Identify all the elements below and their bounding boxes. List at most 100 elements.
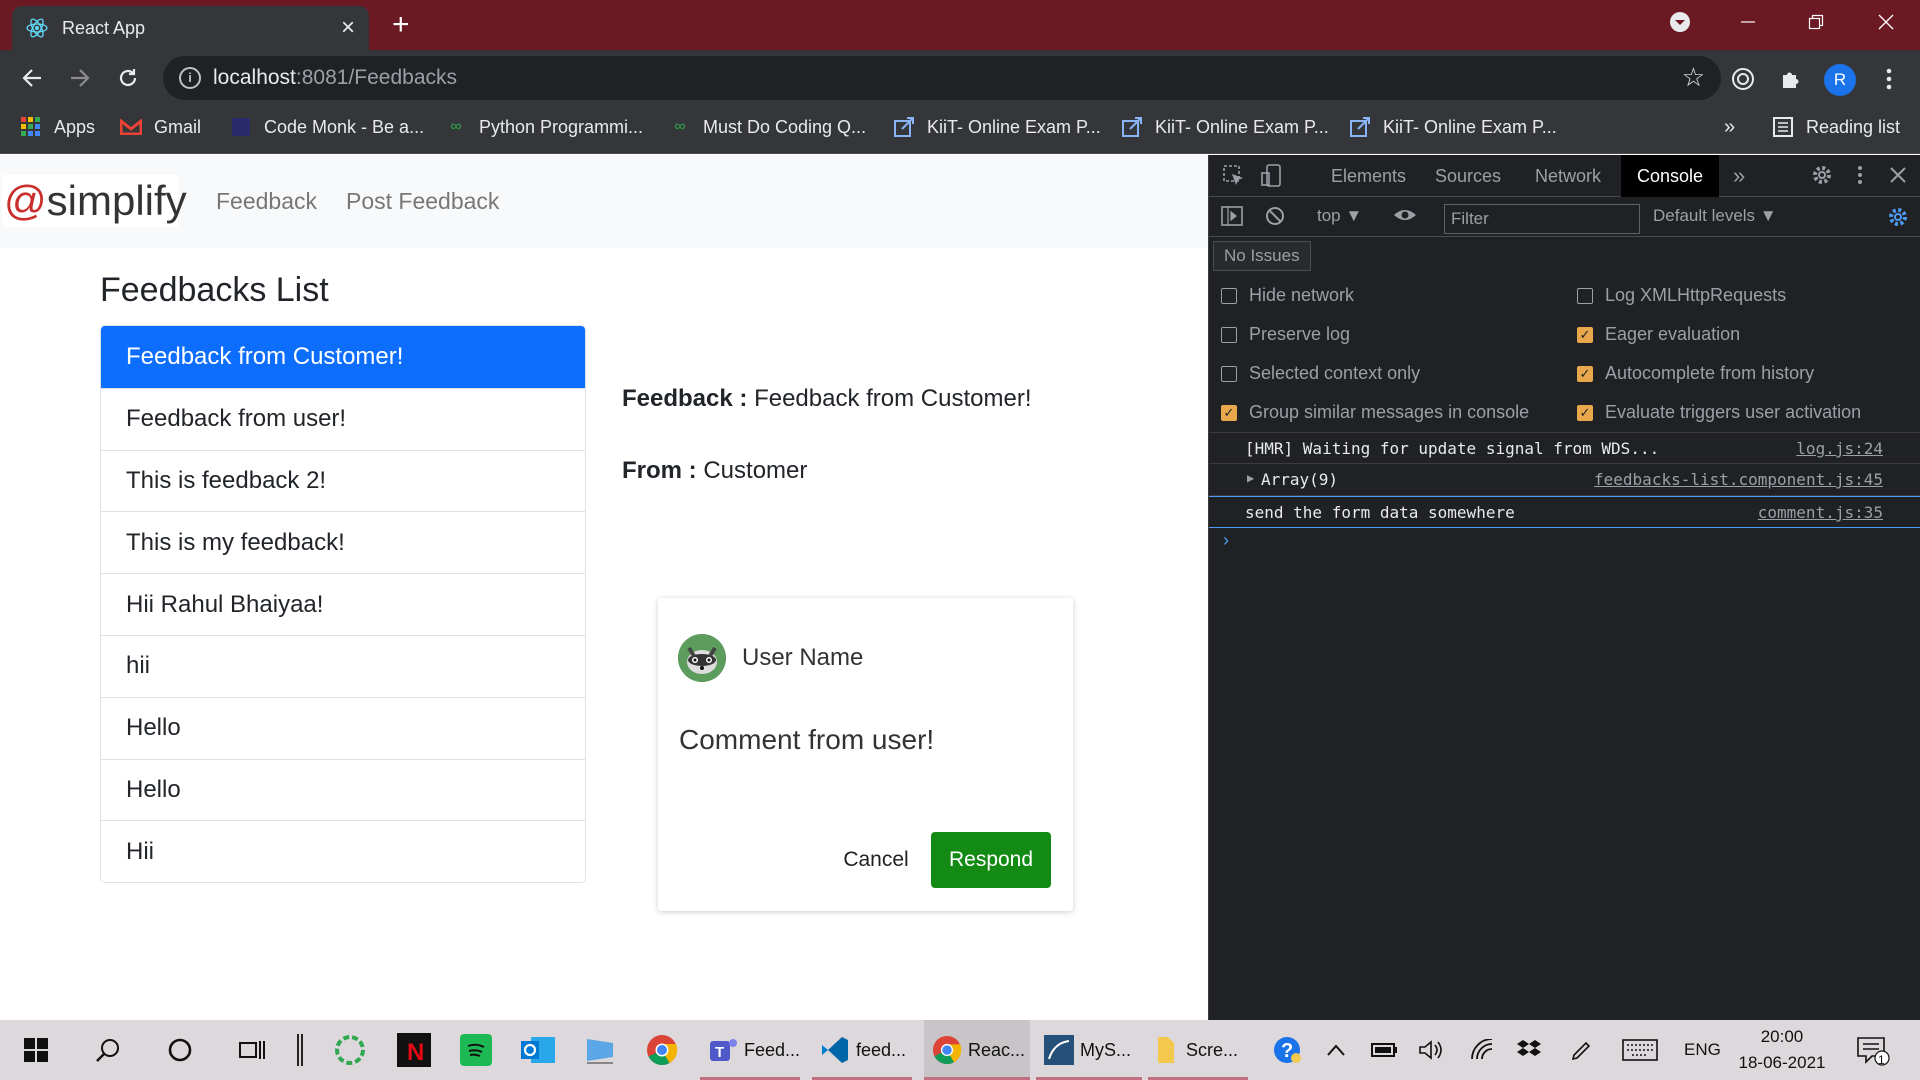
tab-network[interactable]: Network [1519,155,1617,197]
notification-icon[interactable]: 1 [1856,1020,1890,1080]
checkbox-checked[interactable]: ✓ [1577,326,1593,343]
console-prompt[interactable]: › [1223,530,1229,551]
console-settings-gear-icon[interactable] [1887,206,1909,228]
close-window-icon[interactable] [1856,0,1916,44]
taskbar-app-chrome[interactable]: Reac... [924,1020,1030,1080]
option-autocomplete-history[interactable]: ✓ Autocomplete from history [1577,363,1814,384]
feedback-list-item[interactable]: Hello [101,696,585,759]
extension-target-icon[interactable] [1728,64,1758,94]
checkbox[interactable] [1577,287,1593,304]
tab-search-icon[interactable] [1650,0,1710,44]
wifi-icon[interactable] [1470,1020,1494,1080]
profile-avatar[interactable]: R [1824,64,1856,96]
device-toolbar-icon[interactable] [1261,164,1283,188]
inspect-element-icon[interactable] [1223,165,1245,187]
feedback-list-item[interactable]: Feedback from user! [101,387,585,450]
bookmarks-overflow-button[interactable]: » [1724,116,1735,139]
option-log-xhr[interactable]: Log XMLHttpRequests [1577,285,1786,306]
reload-icon[interactable] [112,62,144,94]
log-source-link[interactable]: comment.js:35 [1758,503,1883,522]
language-indicator[interactable]: ENG [1684,1020,1721,1080]
option-group-similar[interactable]: ✓ Group similar messages in console [1221,402,1529,423]
browser-tab[interactable]: React App × [12,6,369,50]
bookmark-code-monk[interactable]: Code Monk - Be a... [230,116,424,138]
expand-triangle-icon[interactable]: ▶ [1247,471,1254,485]
bookmark-star-icon[interactable]: ☆ [1682,62,1705,93]
console-filter-input[interactable]: Filter [1444,204,1640,234]
checkbox[interactable] [1221,365,1237,382]
sidebar-toggle-icon[interactable] [1221,206,1243,226]
taskbar-app-vscode[interactable]: feed... [812,1020,912,1080]
feedback-list-item[interactable]: Hii Rahul Bhaiyaa! [101,573,585,635]
forward-icon[interactable] [64,62,96,94]
bookmark-kiit-2[interactable]: KiiT- Online Exam P... [1121,116,1329,138]
nav-link-post-feedback[interactable]: Post Feedback [346,188,499,215]
cortana-icon[interactable] [158,1020,202,1080]
browser-menu-icon[interactable] [1874,64,1904,94]
option-selected-context[interactable]: Selected context only [1221,363,1420,384]
pen-menu-icon[interactable] [1570,1020,1594,1080]
new-tab-button[interactable]: + [392,10,410,40]
minimize-icon[interactable] [1718,0,1778,44]
settings-gear-icon[interactable] [1811,164,1833,186]
computer-icon[interactable] [578,1020,622,1080]
feedback-list-item[interactable]: This is my feedback! [101,511,585,574]
bookmark-python[interactable]: ∞ Python Programmi... [445,116,643,138]
search-icon[interactable] [86,1020,130,1080]
tab-elements[interactable]: Elements [1315,155,1422,197]
battery-icon[interactable] [1370,1020,1398,1080]
checkbox[interactable] [1221,287,1237,304]
spotify-icon[interactable] [454,1020,498,1080]
log-source-link[interactable]: log.js:24 [1796,439,1883,458]
feedback-list-item[interactable]: Hii [101,820,585,883]
netflix-icon[interactable]: N [392,1020,436,1080]
keyboard-icon[interactable] [1622,1020,1658,1080]
log-levels-dropdown[interactable]: Default levels ▼ [1653,206,1777,226]
nav-link-feedback[interactable]: Feedback [216,188,317,215]
volume-icon[interactable] [1418,1020,1444,1080]
checkbox[interactable] [1221,326,1237,343]
tab-sources[interactable]: Sources [1419,155,1517,197]
taskbar-app-teams[interactable]: T Feed... [700,1020,800,1080]
context-selector[interactable]: top ▼ [1317,206,1362,226]
bookmark-kiit-1[interactable]: KiiT- Online Exam P... [893,116,1101,138]
respond-button[interactable]: Respond [931,832,1051,888]
help-icon[interactable]: ? [1272,1020,1302,1080]
checkbox-checked[interactable]: ✓ [1577,404,1593,421]
site-info-icon[interactable]: i [179,67,201,89]
refresh-app-icon[interactable] [328,1020,372,1080]
system-clock[interactable]: 20:00 18-06-2021 [1730,1024,1834,1076]
feedback-list-item[interactable]: This is feedback 2! [101,449,585,512]
live-expression-eye-icon[interactable] [1393,207,1417,223]
devtools-menu-icon[interactable] [1857,165,1863,185]
restore-icon[interactable] [1786,0,1846,44]
task-view-icon[interactable] [230,1020,274,1080]
clear-console-icon[interactable] [1265,206,1285,226]
option-preserve-log[interactable]: Preserve log [1221,324,1350,345]
log-source-link[interactable]: feedbacks-list.component.js:45 [1594,470,1883,489]
bookmark-kiit-3[interactable]: KiiT- Online Exam P... [1349,116,1557,138]
windows-start-icon[interactable] [14,1020,58,1080]
feedback-list-item[interactable]: Feedback from Customer! [101,326,585,388]
close-devtools-icon[interactable] [1889,166,1907,184]
checkbox-checked[interactable]: ✓ [1577,365,1593,382]
taskbar-app-explorer[interactable]: Scre... [1148,1020,1248,1080]
back-icon[interactable] [16,62,48,94]
option-eager-evaluation[interactable]: ✓ Eager evaluation [1577,324,1740,345]
cancel-button[interactable]: Cancel [828,832,924,888]
option-evaluate-triggers[interactable]: ✓ Evaluate triggers user activation [1577,402,1861,423]
feedback-list-item[interactable]: hii [101,634,585,697]
option-hide-network[interactable]: Hide network [1221,285,1354,306]
outlook-icon[interactable] [516,1020,560,1080]
reading-list-button[interactable]: Reading list [1772,116,1900,138]
address-bar[interactable]: i localhost:8081/Feedbacks ☆ [163,56,1721,100]
bookmark-gmail[interactable]: Gmail [120,116,201,138]
tab-console[interactable]: Console [1621,155,1720,197]
taskbar-app-mysql[interactable]: MyS... [1036,1020,1142,1080]
bookmark-apps[interactable]: Apps [20,116,95,138]
issues-counter[interactable]: No Issues [1213,241,1311,271]
dropbox-icon[interactable] [1516,1020,1542,1080]
more-tabs-button[interactable]: » [1733,163,1745,189]
feedback-list-item[interactable]: Hello [101,758,585,821]
pen-icon[interactable] [290,1020,310,1080]
